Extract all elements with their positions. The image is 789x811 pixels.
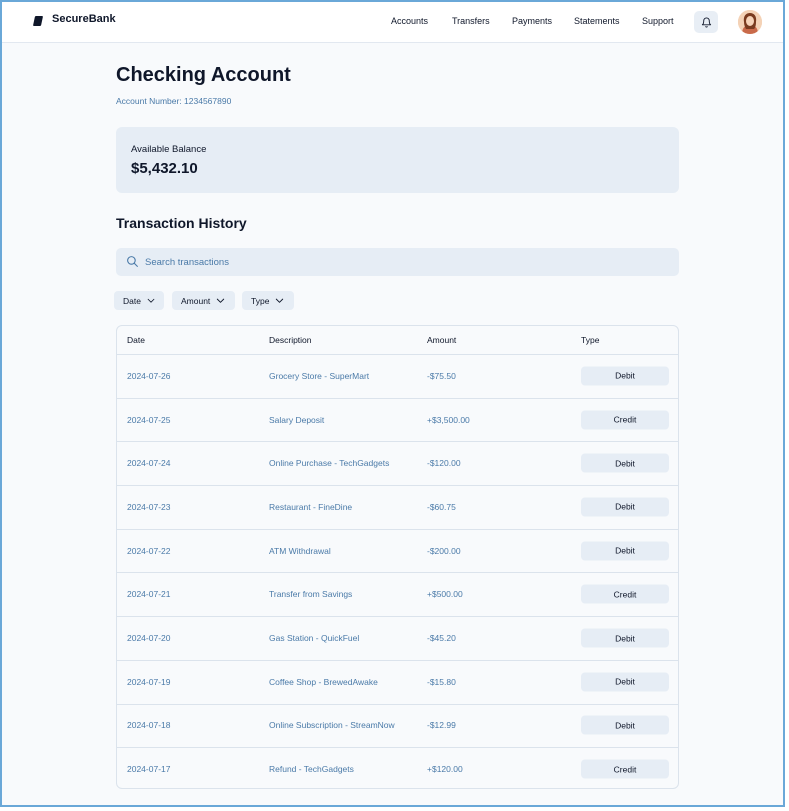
search-icon [127, 256, 138, 267]
bell-icon [701, 17, 711, 28]
row-amount: -$200.00 [427, 545, 461, 556]
row-date: 2024-07-21 [127, 589, 171, 600]
row-description: Online Subscription - StreamNow [269, 720, 395, 731]
row-amount: -$75.50 [427, 370, 456, 381]
filter-type-label: Type [251, 295, 270, 306]
table-row[interactable]: 2024-07-22 ATM Withdrawal -$200.00 Debit [117, 529, 678, 574]
nav-statements[interactable]: Statements [574, 16, 620, 26]
securebank-logo-icon[interactable] [32, 16, 44, 26]
row-amount: -$60.75 [427, 501, 456, 512]
search-input[interactable] [145, 248, 645, 276]
nav-transfers[interactable]: Transfers [452, 16, 490, 26]
table-row[interactable]: 2024-07-20 Gas Station - QuickFuel -$45.… [117, 616, 678, 661]
search-bar[interactable] [116, 248, 679, 276]
row-description: Transfer from Savings [269, 589, 353, 600]
row-description: Coffee Shop - BrewedAwake [269, 676, 378, 687]
row-date: 2024-07-19 [127, 676, 171, 687]
filter-date-label: Date [123, 295, 141, 306]
row-amount: +$500.00 [427, 589, 463, 600]
top-navigation-bar: SecureBank Accounts Transfers Payments S… [2, 2, 783, 43]
avatar-portrait-icon [738, 10, 762, 34]
filter-type[interactable]: Type [242, 291, 294, 310]
table-row[interactable]: 2024-07-19 Coffee Shop - BrewedAwake -$1… [117, 660, 678, 705]
filter-amount-label: Amount [181, 295, 211, 306]
row-date: 2024-07-25 [127, 414, 171, 425]
row-description: Restaurant - FineDine [269, 501, 353, 512]
chevron-down-icon [276, 298, 284, 303]
row-amount: -$120.00 [427, 458, 461, 469]
table-header: Date Description Amount Type [117, 326, 678, 355]
row-description: Salary Deposit [269, 414, 325, 425]
row-date: 2024-07-22 [127, 545, 171, 556]
page-title: Checking Account [116, 64, 291, 86]
nav-accounts[interactable]: Accounts [391, 16, 428, 26]
chevron-down-icon [217, 298, 225, 303]
column-header-type[interactable]: Type [581, 335, 599, 345]
type-badge: Debit [581, 672, 669, 692]
table-row[interactable]: 2024-07-24 Online Purchase - TechGadgets… [117, 441, 678, 487]
filter-amount[interactable]: Amount [172, 291, 235, 310]
column-header-amount[interactable]: Amount [427, 335, 456, 345]
type-badge: Debit [581, 628, 669, 648]
balance-value: $5,432.10 [131, 160, 198, 177]
row-amount: +$120.00 [427, 764, 463, 775]
type-badge: Credit [581, 584, 669, 604]
type-badge: Debit [581, 541, 669, 561]
filter-date[interactable]: Date [114, 291, 164, 310]
type-badge: Debit [581, 366, 669, 386]
row-date: 2024-07-26 [127, 370, 171, 381]
chevron-down-icon [147, 298, 155, 303]
table-row[interactable]: 2024-07-18 Online Subscription - StreamN… [117, 704, 678, 749]
transaction-history-title: Transaction History [116, 215, 247, 231]
type-badge: Debit [581, 453, 669, 473]
row-date: 2024-07-17 [127, 764, 171, 775]
row-date: 2024-07-23 [127, 501, 171, 512]
table-row[interactable]: 2024-07-17 Refund - TechGadgets +$120.00… [117, 747, 678, 788]
row-amount: -$45.20 [427, 633, 456, 644]
row-description: Online Purchase - TechGadgets [269, 458, 390, 469]
row-date: 2024-07-20 [127, 633, 171, 644]
account-number: Account Number: 1234567890 [116, 96, 232, 106]
app-window: SecureBank Accounts Transfers Payments S… [0, 0, 785, 807]
user-avatar[interactable] [738, 10, 762, 34]
row-description: ATM Withdrawal [269, 545, 331, 556]
row-description: Refund - TechGadgets [269, 764, 354, 775]
column-header-date[interactable]: Date [127, 335, 145, 345]
transactions-table: Date Description Amount Type 2024-07-26 … [116, 325, 679, 789]
column-header-description[interactable]: Description [269, 335, 312, 345]
row-description: Grocery Store - SuperMart [269, 370, 370, 381]
type-badge: Debit [581, 715, 669, 735]
row-date: 2024-07-24 [127, 458, 171, 469]
type-badge: Debit [581, 497, 669, 517]
row-amount: +$3,500.00 [427, 414, 470, 425]
row-amount: -$15.80 [427, 676, 456, 687]
row-date: 2024-07-18 [127, 720, 171, 731]
row-description: Gas Station - QuickFuel [269, 633, 360, 644]
nav-support[interactable]: Support [642, 16, 674, 26]
notifications-button[interactable] [694, 11, 718, 33]
nav-payments[interactable]: Payments [512, 16, 552, 26]
table-row[interactable]: 2024-07-23 Restaurant - FineDine -$60.75… [117, 485, 678, 530]
brand-name[interactable]: SecureBank [52, 13, 116, 25]
type-badge: Credit [581, 759, 669, 779]
table-row[interactable]: 2024-07-26 Grocery Store - SuperMart -$7… [117, 354, 678, 399]
type-badge: Credit [581, 410, 669, 430]
table-row[interactable]: 2024-07-21 Transfer from Savings +$500.0… [117, 573, 678, 618]
balance-card: Available Balance $5,432.10 [116, 127, 679, 193]
table-row[interactable]: 2024-07-25 Salary Deposit +$3,500.00 Cre… [117, 398, 678, 443]
row-amount: -$12.99 [427, 720, 456, 731]
balance-label: Available Balance [131, 144, 207, 155]
